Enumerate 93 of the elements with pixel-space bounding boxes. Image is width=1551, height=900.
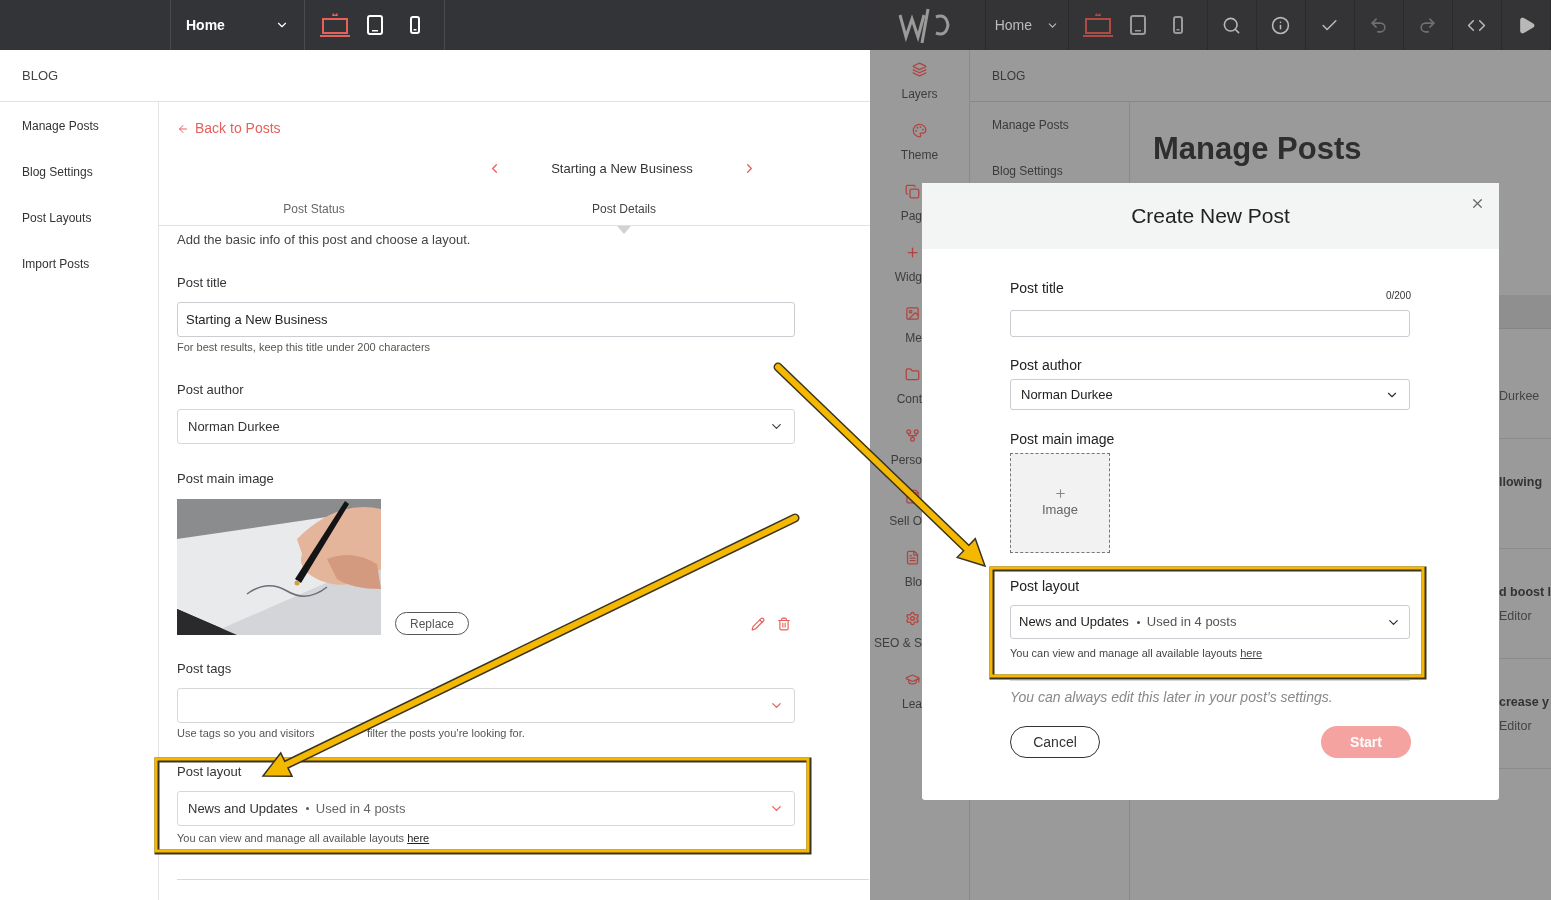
field-label: Post author [1010,356,1083,374]
laptop-icon [1083,12,1114,38]
gear-icon[interactable] [905,611,920,626]
field-label: Post title [1010,279,1064,297]
panel-label[interactable]: Perso [890,451,922,469]
sidebar-link[interactable]: Blog Settings [22,164,136,180]
field-label: Post main image [177,471,275,487]
pages-icon[interactable] [905,184,920,199]
post-author: Editor [1499,607,1533,625]
panel-label[interactable]: Sell O [889,512,922,530]
sidebar-link[interactable]: Blog Settings [992,162,1107,180]
image-icon[interactable] [905,306,920,321]
select-field[interactable]: News and Updates Used in 4 posts [177,791,795,826]
select-field[interactable]: Norman Durkee [177,409,795,444]
text-field[interactable] [1010,310,1410,337]
usage-count: Used in 4 posts [305,798,406,819]
panel-label[interactable]: Cont [896,390,922,408]
select-value: Norman Durkee [1021,385,1113,404]
panel-label[interactable]: Pag [900,207,922,225]
character-counter: 0/200 [1385,290,1411,302]
page-dropdown[interactable]: Home [985,0,1070,50]
layouts-link[interactable]: here [407,832,430,844]
selected-tab-pointer [617,226,631,234]
field-hint: For best results, keep this title under 200 characters [177,340,432,354]
field-label: Post main image [1010,430,1116,448]
post-title: d boost l [1499,583,1551,601]
trash-icon[interactable] [777,617,791,631]
field-hint: You can view and manage all available layouts here [177,831,431,845]
panel-label[interactable]: Lea [901,695,922,713]
select-field[interactable]: News and Updates Used in 4 posts [1010,605,1410,639]
panel-label[interactable]: Layers [901,85,938,103]
arrow-left-icon [177,122,189,135]
document-icon[interactable] [905,550,920,565]
section-title: BLOG [22,66,59,85]
field-hint: Use tags so you and visitors [177,726,316,740]
sidebar-link[interactable]: Import Posts [22,256,136,272]
panel-label[interactable]: Me [905,329,922,347]
panel-label[interactable]: Widg [894,268,922,286]
field-hint: filter the posts you’re looking for. [367,726,525,740]
panel-label[interactable]: SEO & S [873,634,922,652]
replace-button[interactable]: Replace [395,612,470,635]
field-label: Post title [177,275,228,291]
tab[interactable]: Post Status [279,197,349,221]
pencil-icon[interactable] [751,617,765,631]
post-title: crease y [1499,693,1551,711]
layers-icon[interactable] [912,62,927,77]
field-hint: You can view and manage all available layouts here [1010,646,1264,660]
cancel-button[interactable]: Cancel [1010,726,1100,758]
bag-icon[interactable] [905,489,920,504]
sidebar-link[interactable]: Manage Posts [22,118,136,134]
search-icon [1222,15,1242,35]
panel-label[interactable]: Theme [900,146,939,164]
field-label: Post layout [1010,577,1081,595]
page-dropdown[interactable]: Home [170,0,305,50]
palette-icon[interactable] [912,123,927,138]
select-value: News and Updates [1019,613,1129,632]
back-link[interactable]: Back to Posts [177,118,281,139]
panel-label[interactable]: Blo [904,573,922,591]
folder-icon[interactable] [905,367,920,382]
dialog-title: Create New Post [1131,203,1290,230]
phone-icon [1173,16,1184,34]
text-field[interactable]: Starting a New Business [177,302,795,337]
graduation-cap-icon[interactable] [905,672,920,687]
field-label: Post layout [177,764,243,780]
field-label: Post tags [177,661,233,677]
layouts-link[interactable]: here [1240,647,1263,659]
phone-icon [409,16,420,34]
select-value: News and Updates [188,799,298,818]
info-icon [1271,15,1291,35]
page-heading: Manage Posts [1153,130,1363,168]
post-author: Durkee [1499,387,1541,405]
intro-text: Add the basic info of this post and choose a layout. [177,232,472,248]
plus-icon[interactable] [905,245,920,260]
usage-count: Used in 4 posts [1136,612,1237,632]
tablet-icon [1130,15,1147,35]
sidebar-link[interactable]: Post Layouts [22,210,136,226]
post-name: Starting a New Business [551,160,693,178]
field-label: Post author [177,382,245,398]
post-author: Editor [1499,717,1533,735]
select-field[interactable]: Norman Durkee [1010,379,1410,410]
laptop-icon [319,12,350,38]
plus-icon [1053,486,1067,500]
post-title: llowing [1499,473,1544,491]
tab[interactable]: Post Details [588,197,660,221]
fork-icon[interactable] [905,428,920,443]
add-image-button[interactable]: Image [1010,453,1110,553]
select-field[interactable] [177,688,795,723]
section-title: BLOG [992,67,1026,85]
tablet-icon [366,15,383,35]
undo-icon [1369,15,1389,35]
sidebar-link[interactable]: Manage Posts [992,116,1107,134]
select-value: Norman Durkee [188,417,280,436]
edit-later-note: You can always edit this later in your post’s settings. [1010,688,1334,706]
